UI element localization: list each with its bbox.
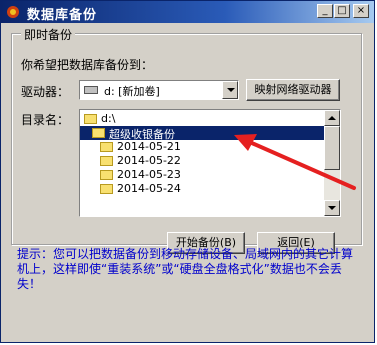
directory-item-label: 2014-05-22 (117, 154, 181, 167)
app-icon (5, 4, 21, 20)
hint-text: 提示：您可以把数据备份到移动存储设备、局域网内的其它计算机上，这样即使“重装系统… (17, 247, 354, 291)
close-button[interactable]: × (353, 4, 369, 18)
directory-item[interactable]: 2014-05-24 (80, 182, 324, 196)
drive-label: 驱动器： (21, 85, 70, 99)
drive-icon (84, 86, 98, 94)
window-title: 数据库备份 (27, 8, 98, 23)
directory-item[interactable]: 2014-05-21 (80, 140, 324, 154)
scroll-up-button[interactable] (324, 110, 340, 126)
vertical-scrollbar[interactable] (324, 110, 340, 216)
folder-icon (100, 142, 113, 152)
directory-item-label: 2014-05-21 (117, 140, 181, 153)
directory-item[interactable]: 超级收银备份 (80, 126, 324, 141)
window-client: 即时备份 你希望把数据库备份到： 驱动器： d: [新加卷] 映射网络驱动器 目… (1, 23, 374, 342)
directory-label: 目录名： (21, 113, 70, 127)
chevron-down-icon[interactable] (222, 81, 238, 99)
directory-item-label: 2014-05-23 (117, 168, 181, 181)
folder-icon (84, 114, 97, 124)
folder-icon (100, 184, 113, 194)
title-bar[interactable]: 数据库备份 _ □ × (1, 1, 374, 23)
map-network-drive-button[interactable]: 映射网络驱动器 (246, 79, 340, 101)
directory-item[interactable]: 2014-05-22 (80, 154, 324, 168)
folder-icon (100, 170, 113, 180)
drive-value: d: [新加卷] (104, 85, 160, 98)
directory-item-label: 2014-05-24 (117, 182, 181, 195)
directory-list[interactable]: d:\ 超级收银备份 2014-05-21 2014-05-22 2014-05-23 2… (79, 109, 341, 217)
directory-item-label: d:\ (101, 112, 116, 125)
directory-item[interactable]: 2014-05-23 (80, 168, 324, 182)
drive-select[interactable]: d: [新加卷] (79, 80, 239, 100)
directory-item[interactable]: d:\ (80, 112, 324, 126)
maximize-button[interactable]: □ (334, 4, 350, 18)
prompt-text: 你希望把数据库备份到： (21, 58, 154, 72)
scroll-down-button[interactable] (324, 200, 340, 216)
minimize-button[interactable]: _ (317, 4, 333, 18)
scroll-thumb[interactable] (324, 126, 340, 170)
backup-window: 数据库备份 _ □ × 即时备份 你希望把数据库备份到： 驱动器： d: [新加… (0, 0, 375, 343)
folder-icon (92, 128, 105, 138)
group-legend: 即时备份 (21, 26, 76, 43)
folder-icon (100, 156, 113, 166)
